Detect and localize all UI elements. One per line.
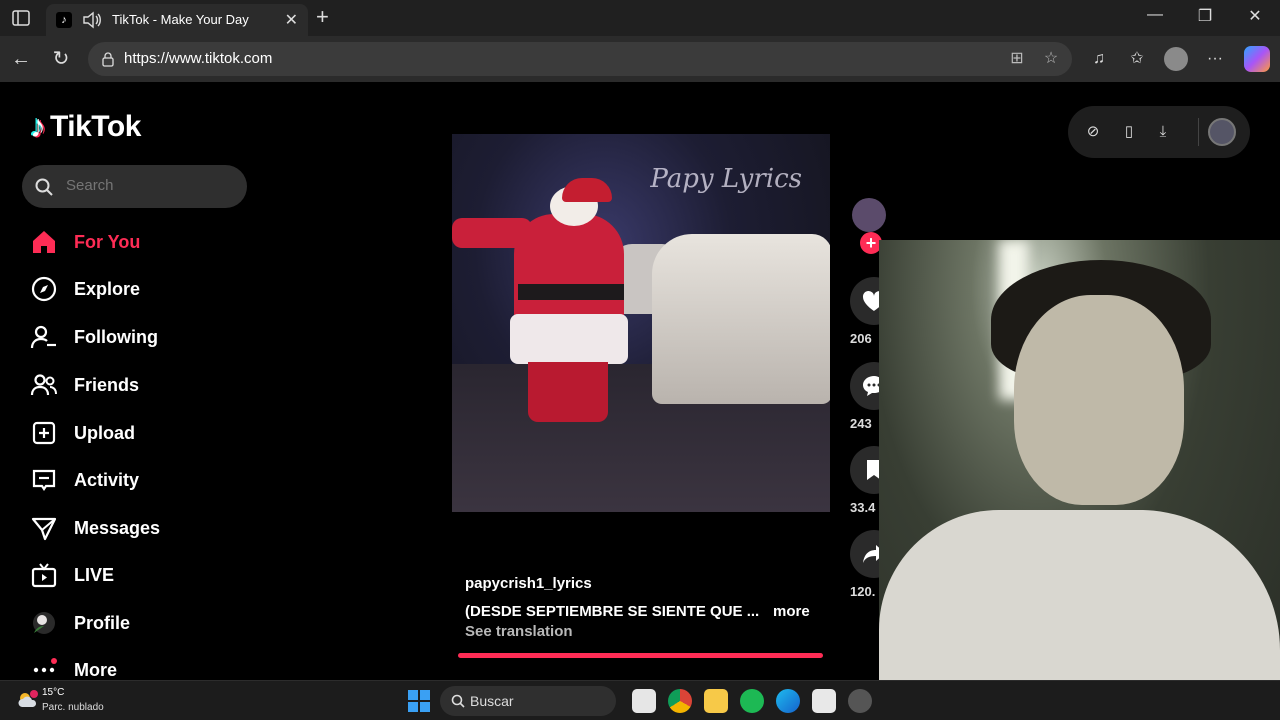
browser-toolbar: ← ↻ https://www.tiktok.com ⊞ ☆ ♫ ✩ ··· <box>0 36 1280 82</box>
chrome-icon[interactable] <box>668 689 692 713</box>
windows-start-icon[interactable] <box>408 690 430 712</box>
app-install-icon[interactable]: ⊞ <box>1006 48 1028 70</box>
video-caption: (DESDE SEPTIEMBRE SE SIENTE QUE ... <box>465 603 760 620</box>
weather-description: Parc. nublado <box>42 702 104 713</box>
sidebar-item-label: Friends <box>74 374 140 395</box>
following-icon <box>30 325 56 349</box>
mobile-app-icon[interactable]: ▯ <box>1118 121 1140 143</box>
sidebar-item-more[interactable]: More <box>30 652 250 678</box>
sidebar-item-label: Activity <box>74 469 140 490</box>
sidebar-item-explore[interactable]: Explore <box>30 271 250 307</box>
profile-avatar <box>33 612 55 634</box>
close-tab-icon[interactable]: ✕ <box>285 10 298 30</box>
messages-icon <box>31 517 57 541</box>
reload-icon[interactable]: ↻ <box>48 46 74 72</box>
minimize-icon[interactable]: — <box>1140 6 1170 24</box>
sidebar-item-label: For You <box>74 231 141 252</box>
weather-temperature: 15°C <box>42 687 65 698</box>
browser-tab[interactable]: ♪ TikTok - Make Your Day ✕ <box>46 4 308 36</box>
sidebar-item-for-you[interactable]: For You <box>30 224 250 260</box>
new-tab-icon[interactable]: + <box>316 6 329 28</box>
tiktok-note-icon: ♪ <box>30 108 46 144</box>
video-scene-santa-hat <box>562 178 612 202</box>
close-window-icon[interactable]: ✕ <box>1240 6 1270 26</box>
search-icon <box>451 694 465 708</box>
browser-profile-avatar[interactable] <box>1164 47 1188 71</box>
divider <box>1198 118 1199 146</box>
logo-text: TikTok <box>50 109 141 143</box>
friends-icon <box>30 374 57 396</box>
tiktok-logo[interactable]: ♪ TikTok <box>30 108 141 145</box>
address-bar[interactable]: https://www.tiktok.com ⊞ ☆ <box>88 42 1072 76</box>
author-username[interactable]: papycrish1_lyrics <box>465 575 592 592</box>
windows-taskbar: 15°C Parc. nublado Buscar <box>0 680 1280 720</box>
sidebar-item-label: Explore <box>74 278 141 299</box>
user-avatar[interactable] <box>1208 118 1236 146</box>
coin-icon[interactable]: ⊘ <box>1082 121 1104 143</box>
tab-actions-icon[interactable] <box>10 8 32 28</box>
video-scene-santa-legs <box>528 362 608 422</box>
webcam-overlay <box>879 240 1280 720</box>
video-scene-santa-fur <box>510 314 628 364</box>
activity-icon <box>32 469 56 491</box>
file-explorer-icon[interactable] <box>704 689 728 713</box>
restore-icon[interactable]: ❐ <box>1190 6 1220 26</box>
video-player[interactable]: Papy Lyrics <box>452 134 830 512</box>
spotify-icon[interactable] <box>740 689 764 713</box>
edge-icon[interactable] <box>776 689 800 713</box>
sidebar-item-activity[interactable]: Activity <box>30 462 250 498</box>
search-icon <box>35 178 53 196</box>
lock-icon[interactable] <box>100 51 116 67</box>
tab-title: TikTok - Make Your Day <box>112 12 249 27</box>
sidebar-item-profile[interactable]: Profile <box>30 605 250 641</box>
search-box[interactable] <box>22 165 247 208</box>
sidebar-item-messages[interactable]: Messages <box>30 510 250 546</box>
browser-tab-bar: ♪ TikTok - Make Your Day ✕ + — ❐ ✕ <box>0 0 1280 36</box>
search-input[interactable] <box>66 177 236 194</box>
author-avatar[interactable] <box>852 198 886 232</box>
task-view-icon[interactable] <box>632 689 656 713</box>
live-icon <box>31 563 57 588</box>
video-scene-car <box>652 234 830 404</box>
sidebar-item-friends[interactable]: Friends <box>30 367 250 403</box>
taskbar-search[interactable]: Buscar <box>440 686 616 716</box>
url-text[interactable]: https://www.tiktok.com <box>124 50 272 67</box>
sidebar-item-label: Messages <box>74 517 161 538</box>
webcam-person-face <box>1014 295 1184 505</box>
media-control-icon[interactable]: ♫ <box>1086 46 1112 72</box>
sidebar-item-upload[interactable]: Upload <box>30 415 250 451</box>
sidebar-item-label: Following <box>74 326 158 347</box>
favorite-star-icon[interactable]: ☆ <box>1040 48 1062 70</box>
caption-more-link[interactable]: more <box>773 603 810 620</box>
compass-icon <box>31 276 57 302</box>
speaker-icon[interactable] <box>82 11 102 29</box>
sidebar-item-live[interactable]: LIVE <box>30 557 250 593</box>
taskbar-search-label: Buscar <box>470 693 514 709</box>
settings-menu-icon[interactable]: ··· <box>1202 46 1228 72</box>
back-icon[interactable]: ← <box>8 46 34 72</box>
settings-icon[interactable] <box>848 689 872 713</box>
see-translation-link[interactable]: See translation <box>465 623 573 640</box>
video-watermark: Papy Lyrics <box>650 164 802 194</box>
sidebar-item-following[interactable]: Following <box>30 319 250 355</box>
upload-icon <box>32 421 56 445</box>
tiktok-favicon-icon: ♪ <box>56 12 72 28</box>
app-icon[interactable] <box>812 689 836 713</box>
download-icon[interactable]: ⤓ <box>1152 121 1174 143</box>
video-scene-santa-belt <box>518 284 624 300</box>
sidebar-item-label: More <box>74 659 118 679</box>
home-icon <box>33 231 55 253</box>
more-icon <box>33 658 57 673</box>
favorites-icon[interactable]: ✩ <box>1124 46 1150 72</box>
sidebar-item-label: Upload <box>74 422 135 443</box>
sidebar-item-label: Profile <box>74 612 131 633</box>
weather-icon[interactable] <box>16 689 40 711</box>
sidebar-item-label: LIVE <box>74 564 115 585</box>
video-progress-bar[interactable] <box>458 653 823 658</box>
top-actions-pill: ⊘ ▯ ⤓ <box>1068 106 1250 158</box>
copilot-icon[interactable] <box>1244 46 1270 72</box>
